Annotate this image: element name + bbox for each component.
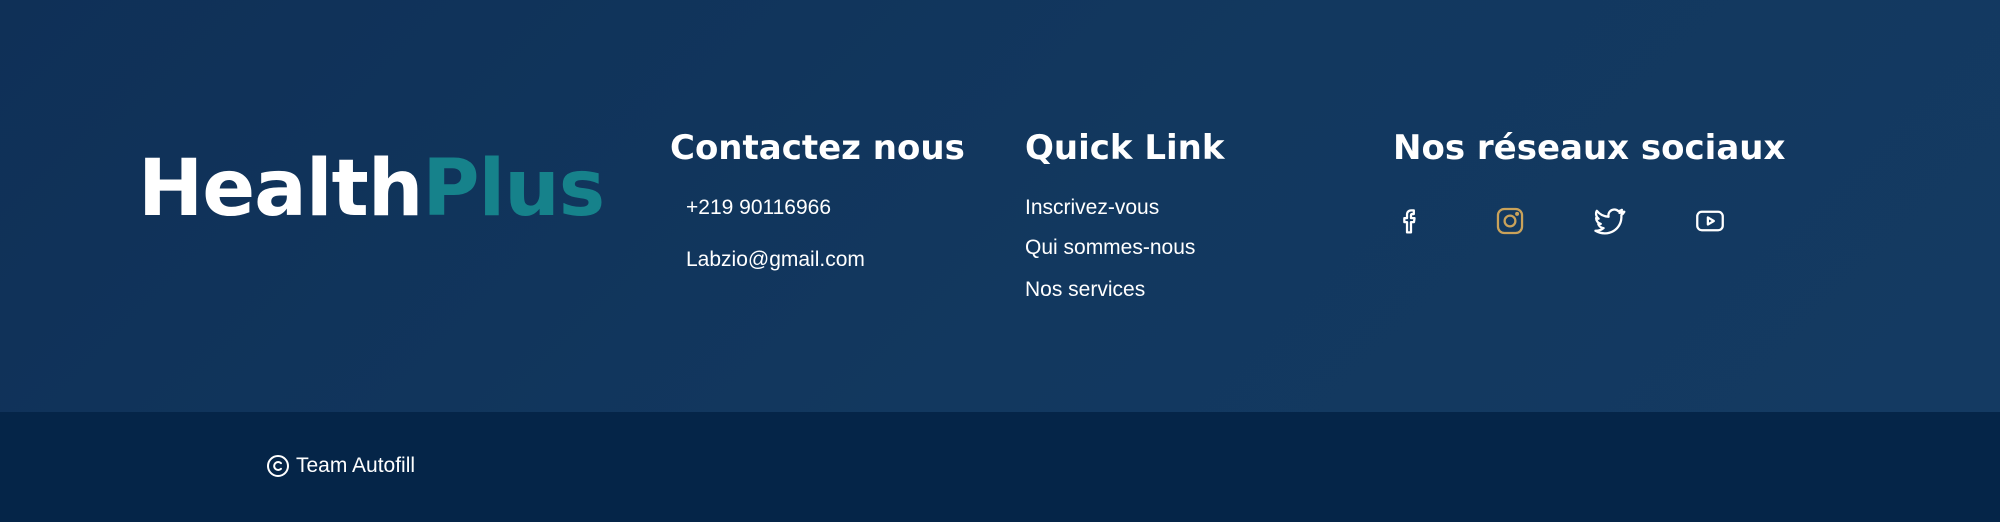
brand-logo-part2: Plus — [422, 144, 605, 234]
brand-logo[interactable]: HealthPlus — [138, 150, 605, 228]
social-section: Nos réseaux sociaux — [1393, 128, 1786, 235]
copyright-text: Team Autofill — [296, 454, 416, 477]
quick-links-title: Quick Link — [1025, 128, 1225, 168]
instagram-icon[interactable] — [1493, 204, 1527, 238]
footer-main: HealthPlus Contactez nous +219 90116966 … — [0, 0, 2000, 412]
social-title: Nos réseaux sociaux — [1393, 128, 1786, 168]
copyright-icon — [266, 454, 290, 478]
copyright: Team Autofill — [266, 454, 415, 478]
quick-link-services[interactable]: Nos services — [1025, 278, 1145, 302]
contact-email[interactable]: Labzio@gmail.com — [686, 248, 865, 272]
contact-phone[interactable]: +219 90116966 — [686, 196, 831, 220]
quick-link-about[interactable]: Qui sommes-nous — [1025, 236, 1195, 260]
contact-section: Contactez nous +219 90116966 Labzio@gmai… — [670, 128, 965, 271]
facebook-icon[interactable] — [1393, 204, 1427, 238]
twitter-icon[interactable] — [1593, 204, 1627, 238]
quick-links-section: Quick Link Inscrivez-vous Qui sommes-nou… — [1025, 128, 1225, 301]
quick-link-signup[interactable]: Inscrivez-vous — [1025, 196, 1159, 220]
brand-logo-part1: Health — [138, 144, 423, 234]
youtube-icon[interactable] — [1693, 204, 1727, 238]
footer-bottom: Team Autofill — [0, 412, 2000, 522]
contact-title: Contactez nous — [670, 128, 965, 168]
